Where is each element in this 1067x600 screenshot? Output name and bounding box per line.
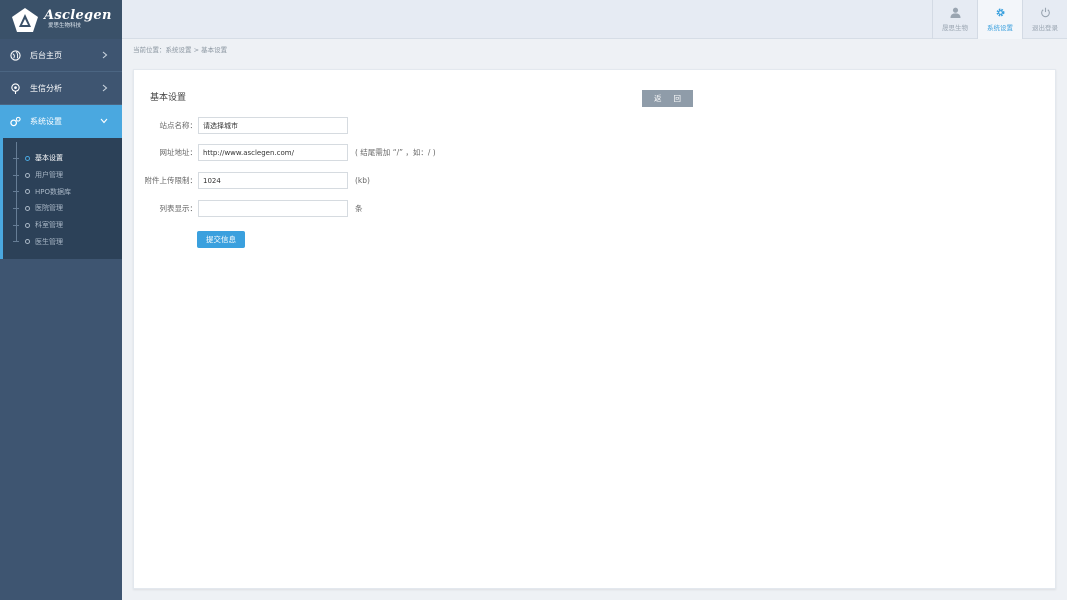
top-action-label: 晟思生物 (942, 24, 968, 32)
sidebar-item-label: 生信分析 (30, 83, 62, 93)
gear-icon (995, 7, 1006, 18)
site-url-hint: ( 结尾需加 “/” ，如：/ ) (355, 148, 436, 157)
page-title: 基本设置 (150, 93, 187, 103)
logo-icon (12, 7, 38, 32)
sub-item-label: 医生管理 (35, 237, 63, 246)
breadcrumb: 当前位置：系统设置 > 基本设置 (133, 46, 228, 54)
site-name-input[interactable] (198, 117, 348, 134)
top-action-logout[interactable]: 退出登录 (1022, 0, 1067, 39)
site-url-input[interactable] (198, 144, 348, 161)
top-bar: 晟思生物 系统设置 退出登录 (122, 0, 1067, 39)
top-action-account[interactable]: 晟思生物 (932, 0, 977, 39)
chevron-down-icon (100, 117, 108, 126)
bullet-icon (25, 205, 30, 211)
upload-limit-input[interactable] (198, 172, 348, 189)
top-actions: 晟思生物 系统设置 退出登录 (932, 0, 1067, 39)
upload-limit-hint: (kb) (355, 176, 370, 185)
sidebar-item-home[interactable]: 后台主页 (0, 39, 122, 72)
bullet-icon (25, 155, 30, 161)
top-action-settings[interactable]: 系统设置 (977, 0, 1022, 39)
globe-icon (10, 49, 21, 61)
sub-item-label: 基本设置 (35, 154, 63, 163)
power-icon (1040, 7, 1051, 18)
form-row-site-name: 站点名称： (134, 117, 348, 134)
sidebar-item-settings[interactable]: 系统设置 (0, 105, 122, 138)
bullet-icon (25, 239, 30, 245)
sidebar-item-bioinfo[interactable]: 生信分析 (0, 72, 122, 105)
logo[interactable]: Asclegen 爱思生物科技 (0, 0, 122, 39)
submit-button[interactable]: 提交信息 (197, 231, 245, 248)
logo-name: Asclegen (44, 8, 112, 24)
bullet-icon (25, 189, 30, 195)
sidebar: Asclegen 爱思生物科技 后台主页 生信分析 系统设置 基本设置 用户管理… (0, 0, 122, 600)
back-button[interactable]: 返 回 (642, 90, 693, 107)
chevron-right-icon (102, 51, 108, 61)
sub-item-basic-settings[interactable]: 基本设置 (3, 150, 122, 167)
list-display-input[interactable] (198, 200, 348, 217)
bullet-icon (25, 222, 30, 228)
sub-item-hospital-management[interactable]: 医院管理 (3, 200, 122, 217)
logo-subtitle: 爱思生物科技 (48, 23, 82, 30)
sub-item-label: 用户管理 (35, 171, 63, 180)
sub-item-label: HPO数据库 (35, 187, 71, 196)
sidebar-item-label: 后台主页 (30, 50, 62, 60)
sub-item-label: 医院管理 (35, 204, 63, 213)
sub-item-doctor-management[interactable]: 医生管理 (3, 233, 122, 250)
settings-submenu: 基本设置 用户管理 HPO数据库 医院管理 科室管理 医生管理 (0, 138, 122, 260)
site-name-label: 站点名称： (159, 121, 198, 130)
list-display-label: 列表显示： (159, 204, 198, 213)
user-icon (949, 7, 961, 18)
form-row-site-url: 网址地址： ( 结尾需加 “/” ，如：/ ) (134, 144, 436, 161)
sub-item-department-management[interactable]: 科室管理 (3, 217, 122, 234)
list-display-hint: 条 (355, 204, 363, 213)
pin-icon (10, 82, 21, 94)
sub-item-label: 科室管理 (35, 221, 63, 230)
sidebar-item-label: 系统设置 (30, 117, 62, 126)
upload-limit-label: 附件上传限制： (144, 176, 198, 185)
form-row-list-display: 列表显示： 条 (134, 200, 363, 217)
site-url-label: 网址地址： (159, 148, 198, 157)
chevron-right-icon (102, 84, 108, 94)
sub-item-hpo-database[interactable]: HPO数据库 (3, 183, 122, 200)
top-action-label: 系统设置 (987, 24, 1013, 32)
settings-panel: 基本设置 返 回 站点名称： 网址地址： ( 结尾需加 “/” ，如：/ ) 附… (133, 69, 1056, 589)
gears-icon (10, 116, 21, 127)
sub-item-user-management[interactable]: 用户管理 (3, 167, 122, 184)
top-action-label: 退出登录 (1032, 24, 1058, 32)
bullet-icon (25, 172, 30, 178)
form-row-upload-limit: 附件上传限制： (kb) (134, 172, 370, 189)
